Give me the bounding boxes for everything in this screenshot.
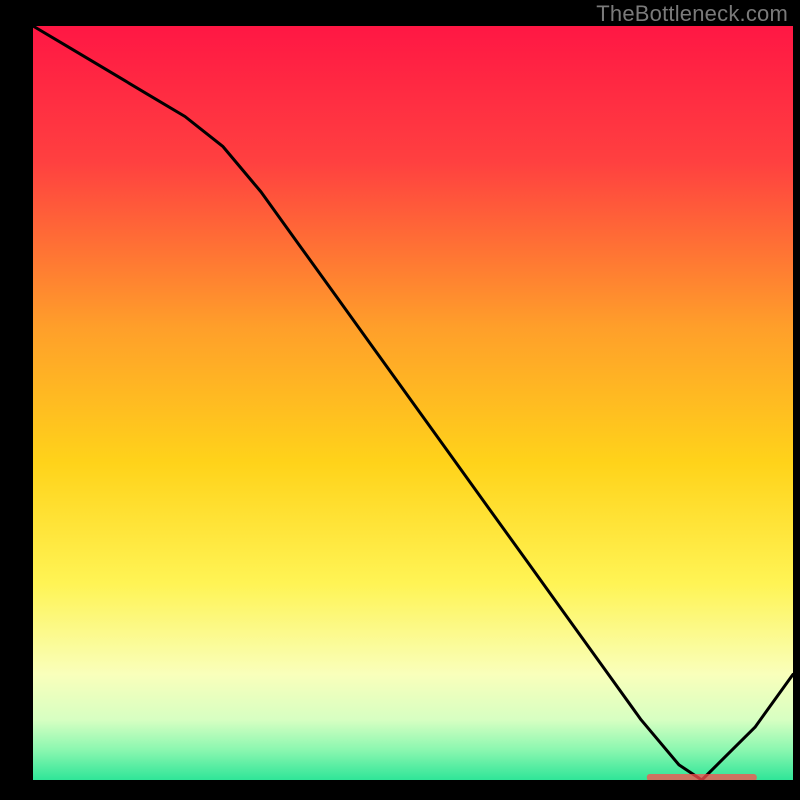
bottleneck-chart <box>0 0 800 800</box>
chart-container: TheBottleneck.com <box>0 0 800 800</box>
minimum-marker <box>647 774 757 781</box>
